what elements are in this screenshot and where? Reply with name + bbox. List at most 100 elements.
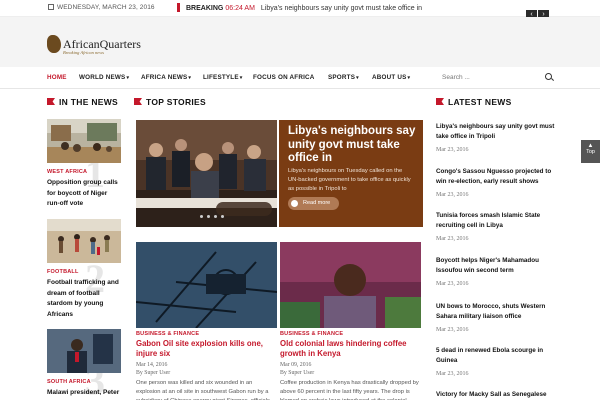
slider-dot[interactable] <box>221 215 224 218</box>
news-thumbnail[interactable] <box>47 329 121 373</box>
story-title[interactable]: Old colonial laws hindering coffee growt… <box>280 339 421 358</box>
story-date: Mar 14, 2016 <box>136 362 168 368</box>
latest-item[interactable]: Tunisia forces smash Islamic State recru… <box>436 211 556 242</box>
news-category[interactable]: WEST AFRICA <box>47 169 121 175</box>
breaking-headline-link[interactable]: Libya's neighbours say unity govt must t… <box>261 5 422 12</box>
latest-date: Mar 23, 2016 <box>436 371 469 377</box>
chevron-down-icon: ▾ <box>126 75 130 81</box>
news-category[interactable]: SOUTH AFRICA <box>47 379 121 385</box>
hero-description: Libya's neighbours on Tuesday called on … <box>288 168 411 192</box>
nav-africa-news[interactable]: AFRICA NEWS▾ <box>141 74 191 81</box>
hero-title[interactable]: Libya's neighbours say unity govt must t… <box>288 125 418 166</box>
slider-dots[interactable] <box>200 205 228 223</box>
news-item[interactable]: SOUTH AFRICA Malawi president, Peter <box>47 329 121 399</box>
chevron-down-icon: ▾ <box>188 75 192 81</box>
breaking-label: BREAKING <box>186 5 224 12</box>
story-author: By Super User <box>280 370 315 376</box>
search-input[interactable]: Search ... <box>442 74 470 81</box>
section-in-the-news-heading: IN THE NEWS <box>47 97 118 107</box>
search-icon[interactable] <box>545 73 552 80</box>
africa-map-icon <box>47 35 61 53</box>
latest-date: Mar 23, 2016 <box>436 281 469 287</box>
slider-dot[interactable] <box>214 215 217 218</box>
section-top-stories-heading: TOP STORIES <box>134 97 206 107</box>
chevron-down-icon: ▾ <box>407 75 411 81</box>
news-title[interactable]: Football trafficking and dream of footba… <box>47 278 121 320</box>
latest-item[interactable]: UN bows to Morocco, shuts Western Sahara… <box>436 302 556 333</box>
story-title[interactable]: Gabon Oil site explosion kills one, inju… <box>136 339 277 358</box>
story-card[interactable]: BUSINESS & FINANCE Gabon Oil site explos… <box>136 242 277 400</box>
section-title: LATEST NEWS <box>448 97 512 107</box>
latest-title[interactable]: Congo's Sassou Nguesso projected to win … <box>436 167 556 187</box>
nav-world-news[interactable]: WORLD NEWS▾ <box>79 74 129 81</box>
site-header: AfricanQuarters Breaking African news <box>0 17 600 67</box>
section-flag-icon <box>47 98 55 105</box>
news-title[interactable]: Opposition group calls for boycott of Ni… <box>47 178 121 210</box>
latest-date: Mar 23, 2016 <box>436 192 469 198</box>
latest-title[interactable]: Boycott helps Niger's Mahamadou Issoufou… <box>436 256 556 276</box>
top-bar: WEDNESDAY, MARCH 23, 2016 BREAKING 06:24 … <box>0 0 600 20</box>
current-date: WEDNESDAY, MARCH 23, 2016 <box>48 4 155 11</box>
news-item[interactable]: FOOTBALL Football trafficking and dream … <box>47 219 121 320</box>
news-title[interactable]: Malawi president, Peter <box>47 388 121 399</box>
calendar-icon <box>48 4 54 10</box>
search-box[interactable]: Search ... <box>442 71 554 85</box>
news-category[interactable]: FOOTBALL <box>47 269 121 275</box>
nav-lifestyle-label: LIFESTYLE <box>203 74 239 81</box>
section-latest-news-heading: LATEST NEWS <box>436 97 512 107</box>
nav-home[interactable]: HOME <box>47 74 67 81</box>
story-excerpt: One person was killed and six wounded in… <box>136 380 270 400</box>
latest-item[interactable]: 5 dead in renewed Ebola scourge in Guine… <box>436 346 556 377</box>
nav-sports-label: SPORTS <box>328 74 356 81</box>
latest-title[interactable]: Tunisia forces smash Islamic State recru… <box>436 211 556 231</box>
nav-focus-on-africa[interactable]: FOCUS ON AFRICA <box>253 74 315 81</box>
latest-title[interactable]: Victory for Macky Sall as Senegalese <box>436 390 556 400</box>
latest-title[interactable]: Libya's neighbours say unity govt must t… <box>436 122 556 142</box>
back-to-top-button[interactable]: ▲ Top <box>581 140 600 163</box>
section-title: IN THE NEWS <box>59 97 119 107</box>
news-thumbnail[interactable] <box>47 219 121 263</box>
section-title: TOP STORIES <box>146 97 206 107</box>
news-item[interactable]: WEST AFRICA Opposition group calls for b… <box>47 119 121 210</box>
nav-about-us-label: ABOUT US <box>372 74 407 81</box>
latest-item[interactable]: Victory for Macky Sall as Senegalese <box>436 390 556 400</box>
news-thumbnail[interactable] <box>47 119 121 163</box>
story-card[interactable]: BUSINESS & FINANCE Old colonial laws hin… <box>280 242 421 400</box>
read-more-button[interactable]: Read more <box>288 197 339 210</box>
date-text: WEDNESDAY, MARCH 23, 2016 <box>57 4 155 11</box>
latest-item[interactable]: Congo's Sassou Nguesso projected to win … <box>436 167 556 198</box>
nav-sports[interactable]: SPORTS▾ <box>328 74 359 81</box>
story-excerpt: Coffee production in Kenya has drastical… <box>280 380 419 400</box>
story-category[interactable]: BUSINESS & FINANCE <box>136 331 277 337</box>
story-author: By Super User <box>136 370 171 376</box>
nav-about-us[interactable]: ABOUT US▾ <box>372 74 410 81</box>
chevron-down-icon: ▾ <box>356 75 359 81</box>
latest-item[interactable]: Boycott helps Niger's Mahamadou Issoufou… <box>436 256 556 287</box>
back-to-top-label: Top <box>586 149 595 155</box>
logo-tagline: Breaking African news <box>63 50 104 55</box>
chevron-down-icon: ▾ <box>239 75 243 81</box>
breaking-time: 06:24 AM <box>225 5 255 12</box>
section-flag-icon <box>134 98 142 105</box>
latest-item[interactable]: Libya's neighbours say unity govt must t… <box>436 122 556 153</box>
main-nav: HOME WORLD NEWS▾ AFRICA NEWS▾ LIFESTYLE▾… <box>0 67 600 89</box>
latest-date: Mar 23, 2016 <box>436 147 469 153</box>
slider-dot[interactable] <box>200 215 203 218</box>
nav-lifestyle[interactable]: LIFESTYLE▾ <box>203 74 242 81</box>
site-logo[interactable]: AfricanQuarters Breaking African news <box>47 35 141 55</box>
story-image[interactable] <box>136 242 277 328</box>
section-flag-icon <box>436 98 444 105</box>
nav-world-news-label: WORLD NEWS <box>79 74 126 81</box>
nav-africa-news-label: AFRICA NEWS <box>141 74 188 81</box>
story-date: Mar 09, 2016 <box>280 362 312 368</box>
story-category[interactable]: BUSINESS & FINANCE <box>280 331 421 337</box>
story-image[interactable] <box>280 242 421 328</box>
slider-dot[interactable] <box>207 215 210 218</box>
breaking-ticker: BREAKING 06:24 AM Libya's neighbours say u… <box>177 3 422 12</box>
breaking-flag-icon <box>177 3 180 12</box>
latest-date: Mar 23, 2016 <box>436 236 469 242</box>
latest-title[interactable]: UN bows to Morocco, shuts Western Sahara… <box>436 302 556 322</box>
hero-caption-panel: Libya's neighbours say unity govt must t… <box>279 120 423 227</box>
latest-date: Mar 23, 2016 <box>436 327 469 333</box>
latest-title[interactable]: 5 dead in renewed Ebola scourge in Guine… <box>436 346 556 366</box>
